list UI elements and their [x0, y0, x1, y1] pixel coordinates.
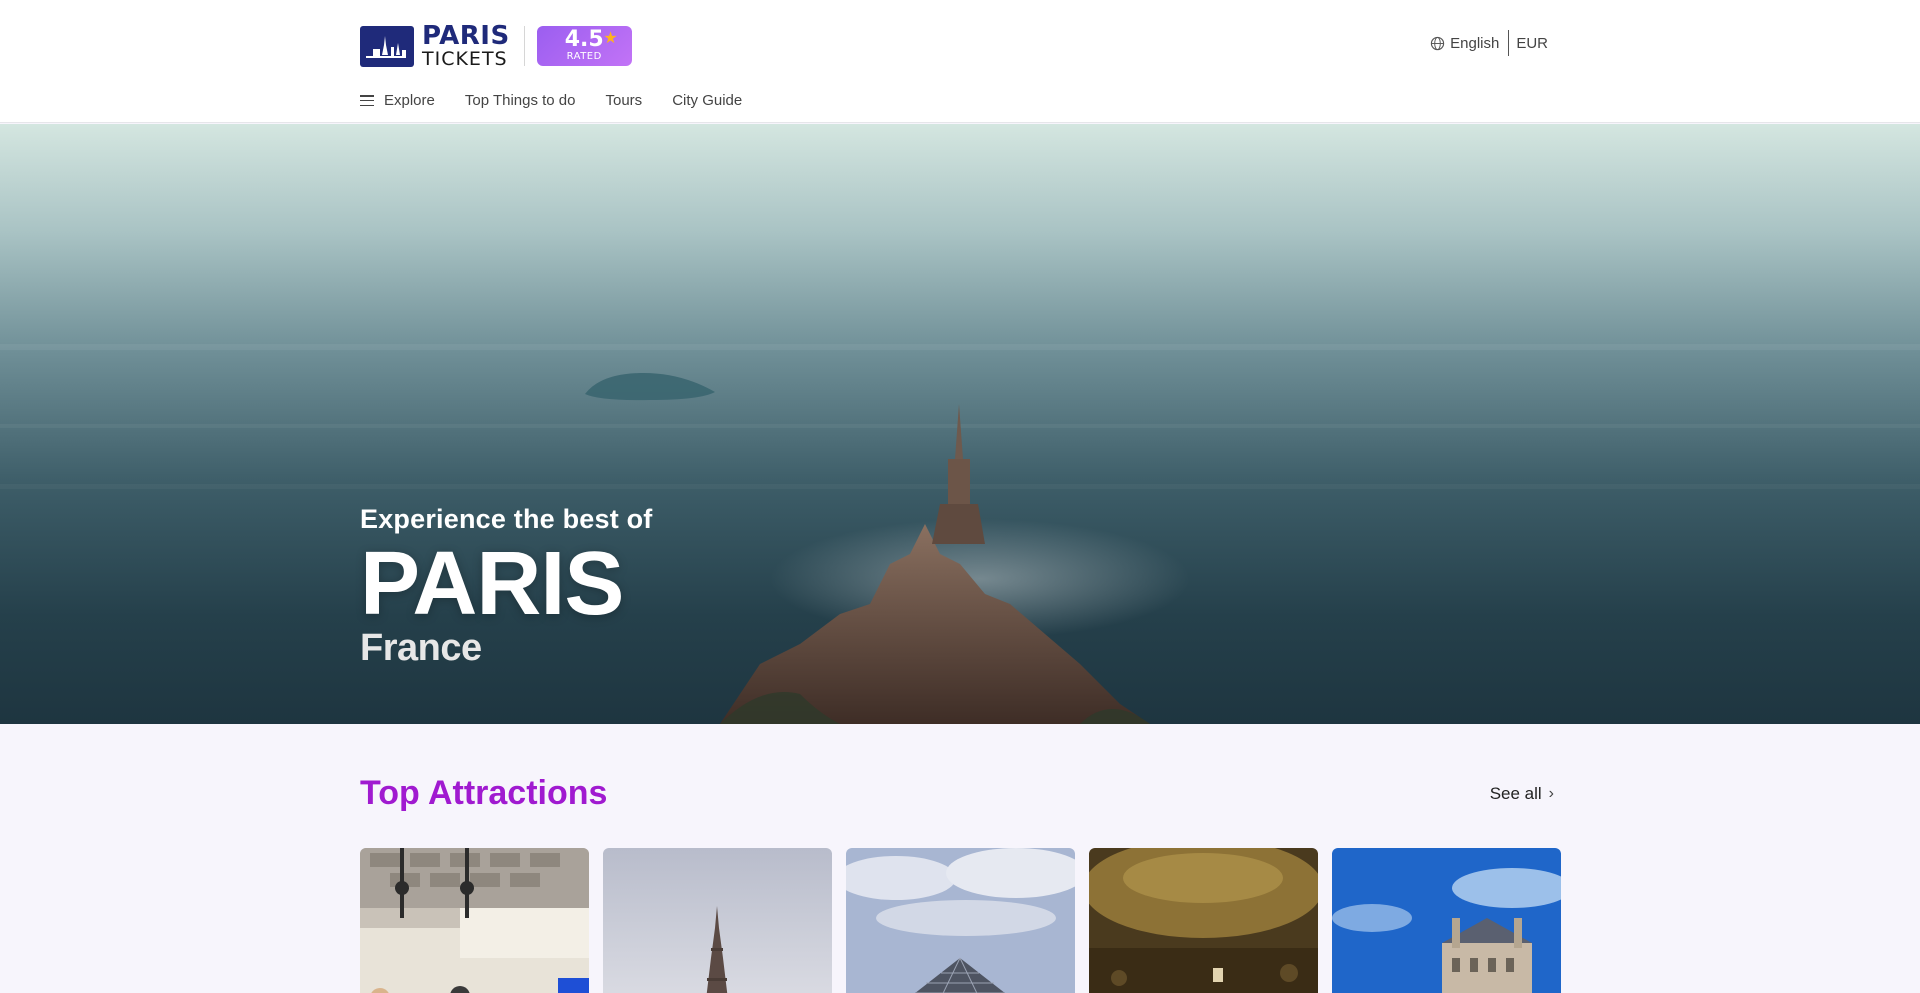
brand-wordmark: PARIS TICKETS	[422, 23, 510, 69]
section-title-top-attractions: Top Attractions	[360, 774, 608, 812]
attraction-card-eiffel-tower[interactable]	[603, 848, 832, 993]
explore-label: Explore	[384, 92, 435, 109]
chevron-right-icon: ›	[1548, 785, 1554, 802]
site-logo[interactable]: PARIS TICKETS 4.5 ★ RATED	[360, 23, 632, 69]
eiffel-logo-icon	[360, 25, 414, 67]
hamburger-icon	[360, 95, 374, 106]
eiffel-tower-image	[603, 848, 832, 993]
see-all-link[interactable]: See all ›	[1490, 784, 1554, 804]
nav-item-city-guide[interactable]: City Guide	[672, 92, 742, 109]
main-nav: Explore Top Things to do Tours City Guid…	[360, 92, 772, 109]
globe-icon	[1430, 36, 1445, 50]
attraction-card-disneyland[interactable]	[360, 848, 589, 993]
hero-banner: Experience the best of PARIS France	[0, 124, 1920, 724]
language-selector[interactable]: English	[1450, 35, 1499, 52]
attraction-card-versailles[interactable]	[1332, 848, 1561, 993]
mont-saint-michel-image	[0, 344, 1920, 724]
logo-divider	[523, 26, 525, 66]
rating-score: 4.5	[564, 27, 604, 52]
explore-menu-button[interactable]: Explore	[360, 92, 435, 109]
rating-badge: 4.5 ★ RATED	[536, 26, 632, 66]
locale-divider	[1508, 30, 1510, 56]
nav-item-tours[interactable]: Tours	[606, 92, 643, 109]
attraction-card-louvre[interactable]	[846, 848, 1075, 993]
hero-text: Experience the best of PARIS France	[360, 504, 653, 670]
attraction-card-catacombs[interactable]	[1089, 848, 1318, 993]
louvre-pyramid-image	[846, 848, 1075, 993]
currency-selector[interactable]: EUR	[1516, 35, 1548, 52]
disneyland-image	[360, 848, 589, 993]
site-header: PARIS TICKETS 4.5 ★ RATED English EUR Ex…	[0, 0, 1920, 123]
nav-item-top-things[interactable]: Top Things to do	[465, 92, 576, 109]
hero-tagline: Experience the best of	[360, 504, 653, 534]
rating-label: RATED	[566, 51, 602, 62]
locale-switcher: English EUR	[1430, 30, 1548, 56]
catacombs-image	[1089, 848, 1318, 993]
brand-line-1: PARIS	[422, 21, 510, 51]
brand-line-2: TICKETS	[422, 48, 508, 70]
hero-city-title: PARIS	[360, 534, 624, 634]
attractions-carousel	[360, 848, 1561, 993]
see-all-label: See all	[1489, 784, 1542, 803]
star-icon: ★	[603, 28, 618, 47]
versailles-image	[1332, 848, 1561, 993]
